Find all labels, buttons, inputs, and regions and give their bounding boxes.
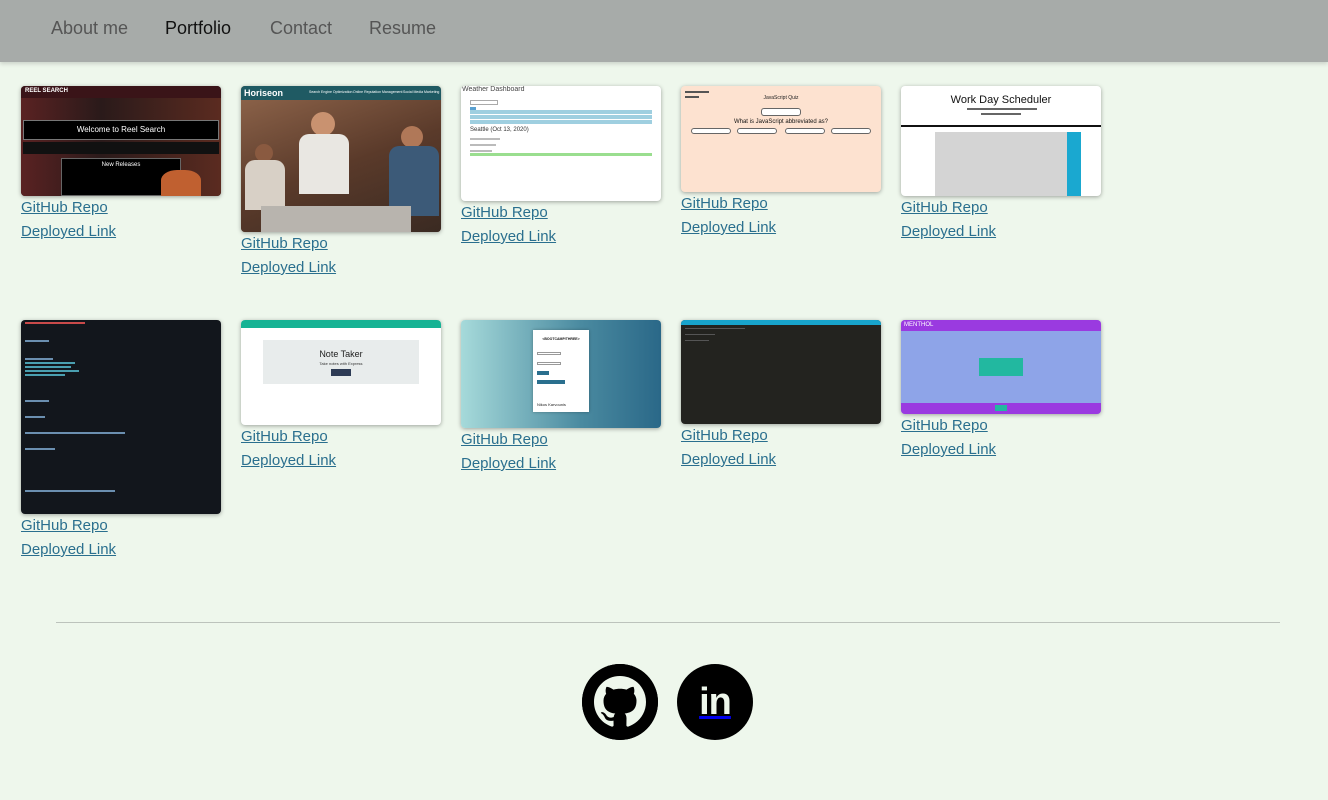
deployed-link[interactable]: Deployed Link [461, 452, 661, 476]
top-navbar: About me Portfolio Contact Resume [0, 0, 1328, 62]
github-repo-link[interactable]: GitHub Repo [461, 201, 661, 225]
github-repo-link[interactable]: GitHub Repo [681, 192, 881, 216]
nav-link-contact[interactable]: Contact [270, 18, 332, 39]
quiz-question: What is JavaScript abbreviated as? [733, 119, 829, 125]
deployed-link[interactable]: Deployed Link [241, 256, 441, 280]
bootcamp-brand: <BOOTCAMP/THREE> [542, 337, 580, 341]
linkedin-icon: in [699, 681, 732, 723]
project-card-horiseon: Horiseon Search Engine Optimization Onli… [241, 86, 441, 280]
nav-link-portfolio[interactable]: Portfolio [165, 18, 231, 39]
project-card-readme-generator: GitHub Repo Deployed Link [21, 320, 221, 562]
reel-heading: Welcome to Reel Search [76, 125, 166, 134]
project-card-menthol: MENTHOL GitHub Repo Deployed Link [901, 320, 1101, 462]
horiseon-logo: Horiseon [244, 88, 284, 98]
deployed-link[interactable]: Deployed Link [681, 216, 881, 240]
footer-divider [56, 622, 1280, 623]
deployed-link[interactable]: Deployed Link [681, 448, 881, 472]
note-sub: Take notes with Express [319, 361, 363, 366]
github-repo-link[interactable]: GitHub Repo [681, 424, 881, 448]
project-card-work-day-scheduler: Work Day Scheduler GitHub Repo Deployed … [901, 86, 1101, 244]
linkedin-icon-link[interactable]: in [677, 664, 753, 740]
deployed-link[interactable]: Deployed Link [461, 225, 661, 249]
github-repo-link[interactable]: GitHub Repo [21, 196, 221, 220]
project-card-reel-search: REEL SEARCH Welcome to Reel Search New R… [21, 86, 221, 244]
project-card-weather-dashboard: Weather Dashboard Seattle (Oct 13, 2020)… [461, 86, 661, 249]
quiz-title: JavaScript Quiz [763, 95, 799, 101]
project-card-dark-terminal: GitHub Repo Deployed Link [681, 320, 881, 472]
scheduler-title: Work Day Scheduler [950, 94, 1052, 106]
project-card-bootcamp-three: <BOOTCAMP/THREE> Nikos Karvounis GitHub … [461, 320, 661, 476]
deployed-link[interactable]: Deployed Link [21, 220, 221, 244]
github-repo-link[interactable]: GitHub Repo [241, 232, 441, 256]
project-screenshot-dark-terminal[interactable] [681, 320, 881, 424]
github-icon [582, 664, 658, 740]
project-screenshot-javascript-quiz[interactable]: JavaScript Quiz What is JavaScript abbre… [681, 86, 881, 192]
nav-link-resume[interactable]: Resume [369, 18, 436, 39]
project-screenshot-horiseon[interactable]: Horiseon Search Engine Optimization Onli… [241, 86, 441, 232]
project-screenshot-work-day-scheduler[interactable]: Work Day Scheduler [901, 86, 1101, 196]
reel-sub: New Releases [101, 162, 141, 168]
project-screenshot-note-taker[interactable]: Note Taker Take notes with Express [241, 320, 441, 425]
deployed-link[interactable]: Deployed Link [901, 220, 1101, 244]
project-card-javascript-quiz: JavaScript Quiz What is JavaScript abbre… [681, 86, 881, 240]
bootcamp-name: Nikos Karvounis [537, 402, 566, 407]
project-screenshot-weather-dashboard[interactable]: Weather Dashboard Seattle (Oct 13, 2020) [461, 86, 661, 201]
deployed-link[interactable]: Deployed Link [241, 449, 441, 473]
project-screenshot-reel-search[interactable]: REEL SEARCH Welcome to Reel Search New R… [21, 86, 221, 196]
github-repo-link[interactable]: GitHub Repo [461, 428, 661, 452]
deployed-link[interactable]: Deployed Link [21, 538, 221, 562]
project-screenshot-readme-generator[interactable] [21, 320, 221, 514]
github-repo-link[interactable]: GitHub Repo [241, 425, 441, 449]
github-repo-link[interactable]: GitHub Repo [901, 414, 1101, 438]
note-title: Note Taker [319, 349, 363, 359]
project-screenshot-menthol[interactable]: MENTHOL [901, 320, 1101, 414]
weather-city: Seattle (Oct 13, 2020) [470, 127, 529, 133]
nav-link-about-me[interactable]: About me [51, 18, 128, 39]
project-card-note-taker: Note Taker Take notes with Express GitHu… [241, 320, 441, 473]
github-repo-link[interactable]: GitHub Repo [901, 196, 1101, 220]
github-icon-link[interactable] [582, 664, 658, 740]
weather-title: Weather Dashboard [462, 86, 525, 93]
deployed-link[interactable]: Deployed Link [901, 438, 1101, 462]
reel-logo: REEL SEARCH [25, 88, 68, 94]
project-screenshot-bootcamp-three[interactable]: <BOOTCAMP/THREE> Nikos Karvounis [461, 320, 661, 428]
github-repo-link[interactable]: GitHub Repo [21, 514, 221, 538]
menthol-brand: MENTHOL [904, 322, 934, 328]
